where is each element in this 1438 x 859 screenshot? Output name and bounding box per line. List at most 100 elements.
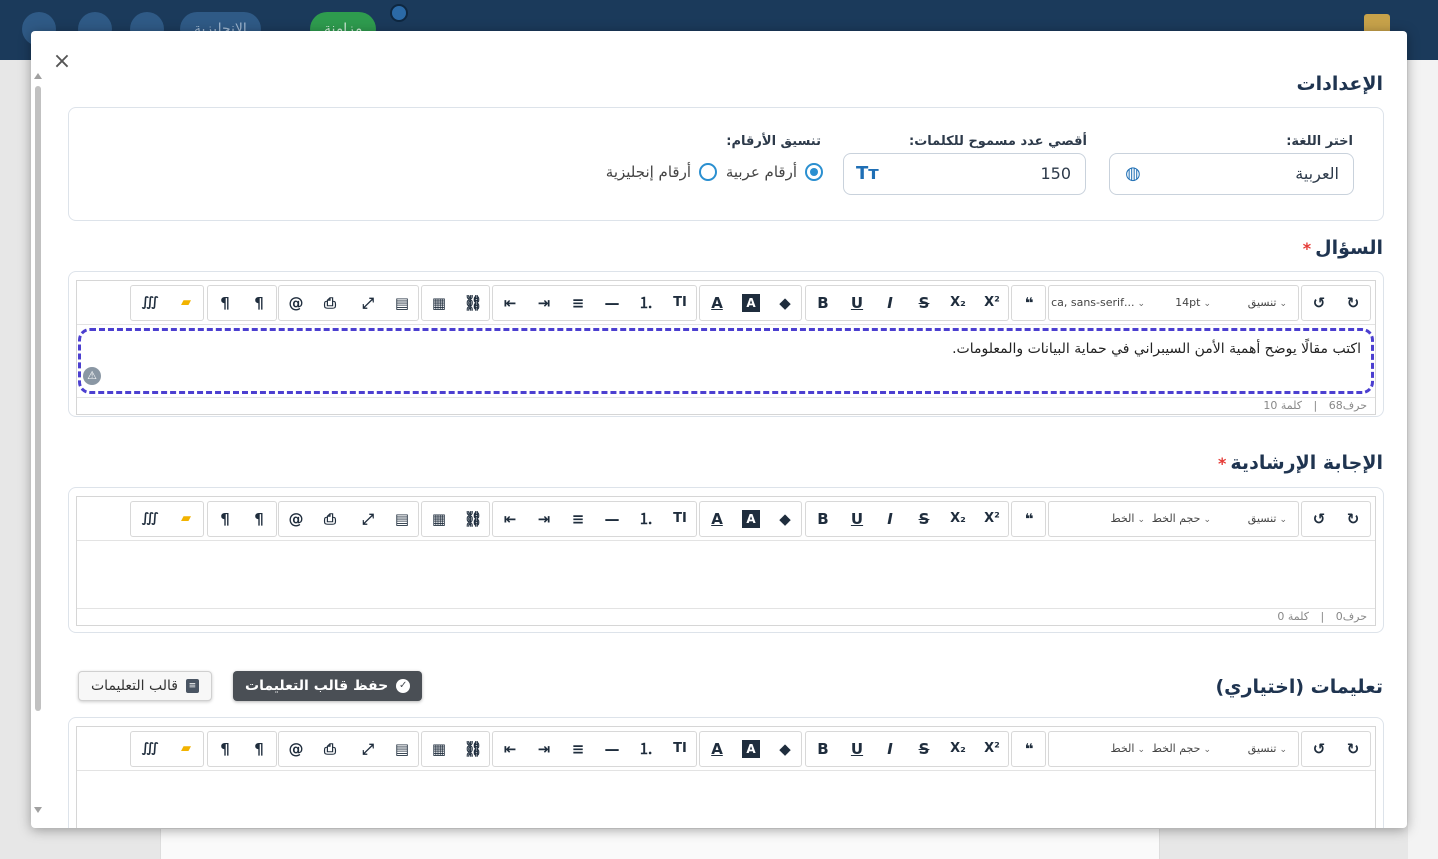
redo-icon[interactable]: ↻ [1336, 732, 1370, 766]
italic-icon[interactable]: I [873, 732, 907, 766]
outdent-icon[interactable]: ⇤ [493, 286, 527, 320]
strikethrough-icon[interactable]: S [907, 286, 941, 320]
underline-icon[interactable]: U [840, 286, 874, 320]
ltr-icon[interactable]: ¶ [208, 286, 242, 320]
bold-icon[interactable]: B [806, 732, 840, 766]
save-instructions-template-button[interactable]: ✓ حفظ قالب التعليمات [233, 671, 423, 701]
link-icon[interactable]: ⛓ [456, 502, 490, 536]
align-icon[interactable]: ≡ [561, 732, 595, 766]
font-size-select[interactable]: ⌄حجم الخط [1151, 732, 1211, 766]
superscript-icon[interactable]: X² [975, 732, 1009, 766]
underline-icon[interactable]: U [840, 502, 874, 536]
ordered-list-icon[interactable]: ⒈ [629, 286, 663, 320]
ltr-icon[interactable]: ¶ [208, 502, 242, 536]
format-select[interactable]: ⌄تنسيق [1227, 732, 1287, 766]
undo-icon[interactable]: ↺ [1302, 286, 1336, 320]
text-case-icon[interactable]: TI [663, 732, 697, 766]
scroll-down-arrow-icon[interactable] [34, 807, 42, 813]
instructions-template-button[interactable]: ≡ قالب التعليمات [78, 671, 212, 701]
max-words-field[interactable]: 150 Tт [843, 153, 1086, 195]
align-icon[interactable]: ≡ [561, 502, 595, 536]
folder-icon[interactable]: ▰ [169, 732, 203, 766]
redo-icon[interactable]: ↻ [1336, 502, 1370, 536]
language-select[interactable]: العربية ◍ [1109, 153, 1354, 195]
superscript-icon[interactable]: X² [975, 502, 1009, 536]
underline-icon[interactable]: U [840, 732, 874, 766]
format-select[interactable]: ⌄تنسيق [1227, 286, 1287, 320]
fullscreen-icon[interactable]: ⤢ [351, 286, 385, 320]
quote-icon[interactable]: ❝ [1012, 502, 1046, 536]
close-icon[interactable]: × [51, 51, 73, 73]
table-icon[interactable]: ▦ [422, 286, 456, 320]
table-icon[interactable]: ▦ [422, 732, 456, 766]
scroll-thumb[interactable] [35, 86, 41, 711]
font-family-select[interactable]: ⌄الخط [1055, 732, 1146, 766]
redo-icon[interactable]: ↻ [1336, 286, 1370, 320]
undo-icon[interactable]: ↺ [1302, 732, 1336, 766]
subscript-icon[interactable]: X₂ [941, 286, 975, 320]
ltr-icon[interactable]: ¶ [208, 732, 242, 766]
font-size-select[interactable]: ⌄14pt [1151, 286, 1211, 320]
italic-icon[interactable]: I [873, 286, 907, 320]
folder-icon[interactable]: ▰ [169, 502, 203, 536]
horizontal-rule-icon[interactable]: — [595, 502, 629, 536]
question-edit-area[interactable]: اكتب مقالًا يوضح أهمية الأمن السيبراني ف… [77, 325, 1375, 397]
guide-answer-edit-area[interactable] [77, 541, 1375, 608]
link-icon[interactable]: ⛓ [456, 732, 490, 766]
indent-icon[interactable]: ⇥ [527, 286, 561, 320]
font-size-select[interactable]: ⌄حجم الخط [1151, 502, 1211, 536]
special-chars-icon[interactable]: ∭ [133, 502, 167, 536]
horizontal-rule-icon[interactable]: — [595, 286, 629, 320]
print-icon[interactable]: ⎙ [313, 286, 347, 320]
special-chars-icon[interactable]: ∭ [133, 286, 167, 320]
ordered-list-icon[interactable]: ⒈ [629, 732, 663, 766]
fullscreen-icon[interactable]: ⤢ [351, 732, 385, 766]
modal-scrollbar[interactable] [34, 71, 42, 813]
outdent-icon[interactable]: ⇤ [493, 732, 527, 766]
english-digits-radio[interactable]: أرقام إنجليزية [606, 162, 717, 182]
layout-icon[interactable]: ▤ [385, 502, 419, 536]
scroll-up-arrow-icon[interactable] [34, 73, 42, 79]
eraser-icon[interactable]: ◆ [768, 502, 802, 536]
folder-icon[interactable]: ▰ [169, 286, 203, 320]
mention-icon[interactable]: @ [279, 732, 313, 766]
align-icon[interactable]: ≡ [561, 286, 595, 320]
layout-icon[interactable]: ▤ [385, 732, 419, 766]
print-icon[interactable]: ⎙ [313, 732, 347, 766]
superscript-icon[interactable]: X² [975, 286, 1009, 320]
format-select[interactable]: ⌄تنسيق [1227, 502, 1287, 536]
link-icon[interactable]: ⛓ [456, 286, 490, 320]
subscript-icon[interactable]: X₂ [941, 732, 975, 766]
horizontal-rule-icon[interactable]: — [595, 732, 629, 766]
table-icon[interactable]: ▦ [422, 502, 456, 536]
fullscreen-icon[interactable]: ⤢ [351, 502, 385, 536]
quote-icon[interactable]: ❝ [1012, 732, 1046, 766]
rtl-icon[interactable]: ¶ [242, 286, 276, 320]
strikethrough-icon[interactable]: S [907, 502, 941, 536]
background-color-icon[interactable]: A [742, 740, 760, 758]
rtl-icon[interactable]: ¶ [242, 732, 276, 766]
font-color-icon[interactable]: A [700, 732, 734, 766]
quote-icon[interactable]: ❝ [1012, 286, 1046, 320]
strikethrough-icon[interactable]: S [907, 732, 941, 766]
text-case-icon[interactable]: TI [663, 502, 697, 536]
font-color-icon[interactable]: A [700, 286, 734, 320]
outdent-icon[interactable]: ⇤ [493, 502, 527, 536]
text-case-icon[interactable]: TI [663, 286, 697, 320]
font-color-icon[interactable]: A [700, 502, 734, 536]
special-chars-icon[interactable]: ∭ [133, 732, 167, 766]
mention-icon[interactable]: @ [279, 286, 313, 320]
rtl-icon[interactable]: ¶ [242, 502, 276, 536]
indent-icon[interactable]: ⇥ [527, 732, 561, 766]
bold-icon[interactable]: B [806, 286, 840, 320]
font-family-select[interactable]: ⌄الخط [1055, 502, 1146, 536]
bold-icon[interactable]: B [806, 502, 840, 536]
undo-icon[interactable]: ↺ [1302, 502, 1336, 536]
eraser-icon[interactable]: ◆ [768, 286, 802, 320]
arabic-digits-radio[interactable]: أرقام عربية [726, 162, 823, 182]
indent-icon[interactable]: ⇥ [527, 502, 561, 536]
print-icon[interactable]: ⎙ [313, 502, 347, 536]
layout-icon[interactable]: ▤ [385, 286, 419, 320]
question-text[interactable]: اكتب مقالًا يوضح أهمية الأمن السيبراني ف… [952, 341, 1361, 357]
background-color-icon[interactable]: A [742, 510, 760, 528]
